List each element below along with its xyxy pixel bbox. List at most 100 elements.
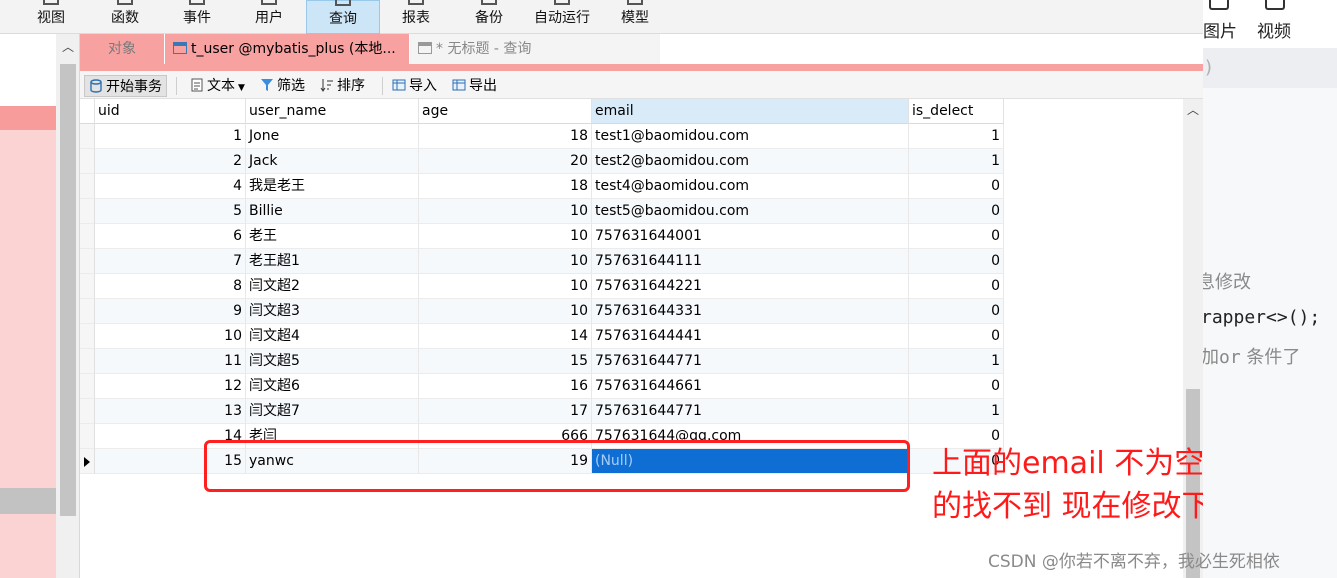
navigator-scrollbar[interactable]: ︿ — [56, 34, 80, 578]
cell-user-name[interactable]: 闫文超3 — [246, 299, 419, 324]
cell-uid[interactable]: 1 — [95, 124, 246, 149]
table-row[interactable]: 12 闫文超6 16 757631644661 0 — [80, 374, 1183, 399]
cell-is-delect[interactable]: 1 — [909, 349, 1004, 374]
column-header-is-delect[interactable]: is_delect — [909, 99, 1004, 124]
cell-user-name[interactable]: 闫文超7 — [246, 399, 419, 424]
ribbon-function-button[interactable]: 函数 — [100, 0, 150, 34]
cell-uid[interactable]: 5 — [95, 199, 246, 224]
table-row[interactable]: 7 老王超1 10 757631644111 0 — [80, 249, 1183, 274]
cell-email[interactable]: 757631644661 — [592, 374, 909, 399]
table-row[interactable]: 1 Jone 18 test1@baomidou.com 1 — [80, 124, 1183, 149]
cell-is-delect[interactable]: 0 — [909, 224, 1004, 249]
cell-uid[interactable]: 8 — [95, 274, 246, 299]
column-header-user-name[interactable]: user_name — [246, 99, 419, 124]
ribbon-query-button[interactable]: 查询 — [306, 0, 380, 34]
cell-email[interactable]: test1@baomidou.com — [592, 124, 909, 149]
tab-untitled-query[interactable]: * 无标题 - 查询 — [410, 34, 660, 64]
table-row[interactable]: 9 闫文超3 10 757631644331 0 — [80, 299, 1183, 324]
ribbon-view-button[interactable]: 视图 — [26, 0, 76, 34]
row-selector[interactable] — [80, 224, 95, 249]
cell-age[interactable]: 10 — [419, 199, 592, 224]
cell-is-delect[interactable]: 0 — [909, 274, 1004, 299]
column-header-email[interactable]: email — [592, 99, 909, 124]
table-row[interactable]: 6 老王 10 757631644001 0 — [80, 224, 1183, 249]
cell-user-name[interactable]: 闫文超6 — [246, 374, 419, 399]
ribbon-backup-button[interactable]: 备份 — [464, 0, 514, 34]
ribbon-report-button[interactable]: 报表 — [390, 0, 442, 34]
tab-objects[interactable]: 对象 — [80, 34, 164, 64]
row-selector[interactable] — [80, 274, 95, 299]
cell-age[interactable]: 10 — [419, 274, 592, 299]
cell-email[interactable]: 757631644111 — [592, 249, 909, 274]
filter-button[interactable]: 筛选 — [260, 75, 305, 97]
row-selector[interactable] — [80, 124, 95, 149]
cell-uid[interactable]: 9 — [95, 299, 246, 324]
row-selector[interactable] — [80, 324, 95, 349]
table-row[interactable]: 11 闫文超5 15 757631644771 1 — [80, 349, 1183, 374]
video-label[interactable]: 视频 — [1257, 17, 1291, 42]
row-selector[interactable] — [80, 199, 95, 224]
import-button[interactable]: 导入 — [392, 75, 437, 97]
cell-age[interactable]: 10 — [419, 299, 592, 324]
row-selector[interactable] — [80, 449, 95, 474]
cell-is-delect[interactable]: 0 — [909, 324, 1004, 349]
navigator-scroll-thumb[interactable] — [60, 64, 76, 516]
cell-age[interactable]: 17 — [419, 399, 592, 424]
begin-transaction-button[interactable]: 开始事务 — [84, 75, 167, 97]
row-selector[interactable] — [80, 349, 95, 374]
cell-user-name[interactable]: 我是老王 — [246, 174, 419, 199]
export-button[interactable]: 导出 — [452, 75, 497, 97]
column-header-uid[interactable]: uid — [95, 99, 246, 124]
row-selector[interactable] — [80, 299, 95, 324]
cell-is-delect[interactable]: 0 — [909, 174, 1004, 199]
cell-is-delect[interactable]: 0 — [909, 199, 1004, 224]
cell-uid[interactable]: 12 — [95, 374, 246, 399]
table-row[interactable]: 5 Billie 10 test5@baomidou.com 0 — [80, 199, 1183, 224]
cell-email[interactable]: test2@baomidou.com — [592, 149, 909, 174]
cell-is-delect[interactable]: 1 — [909, 399, 1004, 424]
cell-email[interactable]: 757631644001 — [592, 224, 909, 249]
cell-user-name[interactable]: 老王超1 — [246, 249, 419, 274]
row-selector[interactable] — [80, 424, 95, 449]
image-label[interactable]: 图片 — [1203, 17, 1237, 42]
cell-email[interactable]: 757631644331 — [592, 299, 909, 324]
row-selector[interactable] — [80, 149, 95, 174]
row-selector[interactable] — [80, 399, 95, 424]
cell-age[interactable]: 14 — [419, 324, 592, 349]
column-header-age[interactable]: age — [419, 99, 592, 124]
cell-uid[interactable]: 2 — [95, 149, 246, 174]
image-icon[interactable] — [1209, 0, 1229, 10]
table-row[interactable]: 2 Jack 20 test2@baomidou.com 1 — [80, 149, 1183, 174]
cell-user-name[interactable]: Jone — [246, 124, 419, 149]
ribbon-event-button[interactable]: 事件 — [172, 0, 222, 34]
cell-age[interactable]: 10 — [419, 249, 592, 274]
ribbon-user-button[interactable]: 用户 — [244, 0, 294, 34]
grid-scroll-up-icon[interactable]: ︿ — [1187, 101, 1199, 118]
navigator-selected-row[interactable] — [0, 106, 56, 130]
cell-is-delect[interactable]: 0 — [909, 249, 1004, 274]
cell-email[interactable]: 757631644441 — [592, 324, 909, 349]
navigator-gray-row[interactable] — [0, 488, 56, 514]
cell-user-name[interactable]: Billie — [246, 199, 419, 224]
cell-user-name[interactable]: 闫文超5 — [246, 349, 419, 374]
row-selector[interactable] — [80, 174, 95, 199]
cell-age[interactable]: 15 — [419, 349, 592, 374]
cell-user-name[interactable]: 老王 — [246, 224, 419, 249]
cell-is-delect[interactable]: 0 — [909, 299, 1004, 324]
ribbon-model-button[interactable]: 模型 — [610, 0, 660, 34]
cell-is-delect[interactable]: 1 — [909, 149, 1004, 174]
ribbon-automation-button[interactable]: 自动运行 — [528, 0, 596, 34]
row-selector[interactable] — [80, 374, 95, 399]
cell-age[interactable]: 16 — [419, 374, 592, 399]
cell-uid[interactable]: 13 — [95, 399, 246, 424]
cell-age[interactable]: 20 — [419, 149, 592, 174]
cell-uid[interactable]: 11 — [95, 349, 246, 374]
sort-button[interactable]: 排序 — [320, 75, 365, 97]
table-row[interactable]: 4 我是老王 18 test4@baomidou.com 0 — [80, 174, 1183, 199]
cell-is-delect[interactable]: 0 — [909, 374, 1004, 399]
cell-email[interactable]: 757631644771 — [592, 399, 909, 424]
cell-email[interactable]: test4@baomidou.com — [592, 174, 909, 199]
cell-age[interactable]: 18 — [419, 174, 592, 199]
cell-uid[interactable]: 6 — [95, 224, 246, 249]
video-icon[interactable] — [1265, 0, 1285, 10]
